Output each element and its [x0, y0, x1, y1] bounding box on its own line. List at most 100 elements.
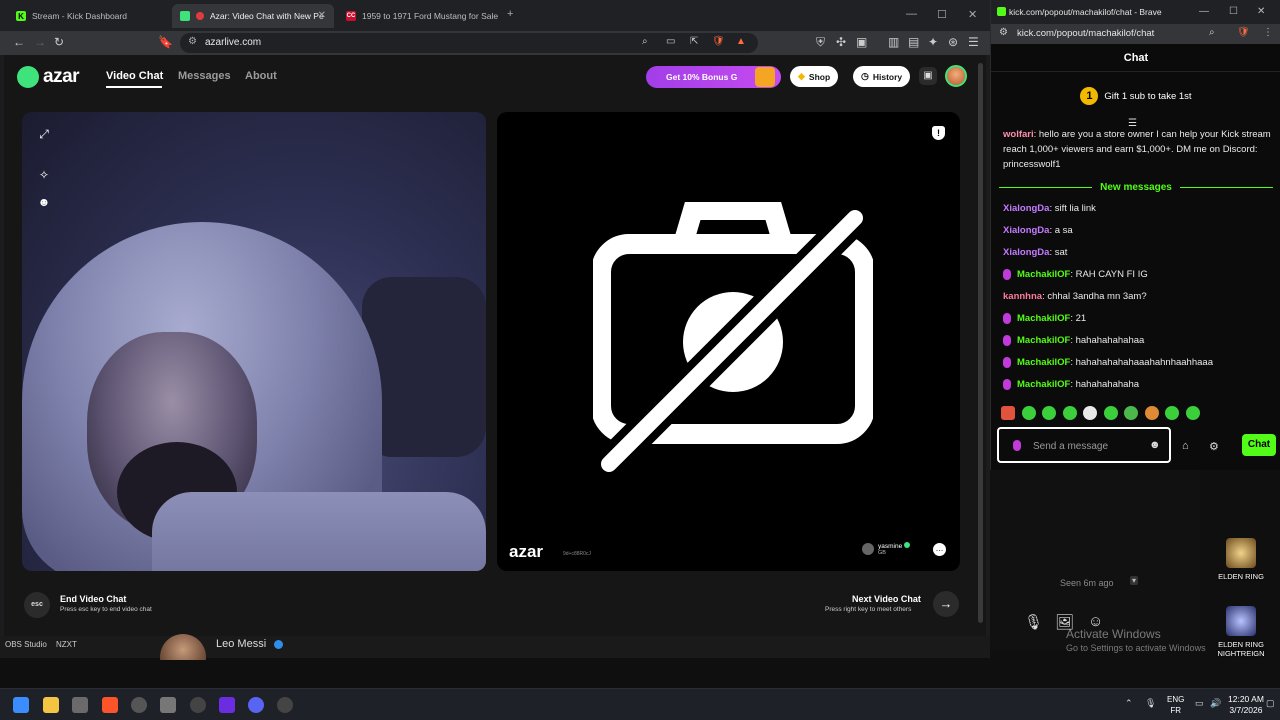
- zoom-icon[interactable]: ⌕: [1209, 27, 1215, 38]
- new-messages-divider[interactable]: New messages: [991, 181, 1280, 193]
- microphone-icon[interactable]: 🎙: [1024, 613, 1043, 631]
- minimize-icon[interactable]: —: [906, 8, 917, 20]
- volume-icon[interactable]: 🔊: [1210, 698, 1221, 709]
- site-info-icon[interactable]: ⚙: [999, 27, 1008, 38]
- store-icon[interactable]: ▣: [919, 67, 937, 85]
- bookmark-icon[interactable]: 🔖: [158, 35, 173, 49]
- app-icon[interactable]: [160, 697, 176, 713]
- username[interactable]: MachakilOF: [1017, 269, 1070, 280]
- azar-logo[interactable]: azar: [17, 66, 80, 88]
- brave-rewards-icon[interactable]: ▲: [736, 36, 746, 47]
- maximize-icon[interactable]: ☐: [937, 8, 947, 21]
- media-icon[interactable]: ▣: [856, 35, 867, 49]
- bonus-button[interactable]: Get 10% Bonus G: [646, 66, 781, 88]
- nzxt-icon[interactable]: [219, 697, 235, 713]
- username[interactable]: MachakilOF: [1017, 313, 1070, 324]
- cast-icon[interactable]: ▭: [666, 36, 675, 47]
- more-options-icon[interactable]: …: [933, 543, 946, 556]
- file-explorer-icon[interactable]: [43, 697, 59, 713]
- end-chat-button[interactable]: esc: [24, 592, 50, 618]
- desktop-icon-nightreign[interactable]: ELDEN RING NIGHTREIGN: [1206, 606, 1276, 658]
- minimize-icon[interactable]: —: [1199, 6, 1209, 17]
- emoji-icon[interactable]: ☻: [1149, 439, 1161, 451]
- vpn-icon[interactable]: ⛨: [816, 35, 825, 50]
- emote-icon[interactable]: [1042, 406, 1056, 420]
- emote-icon[interactable]: [1185, 406, 1200, 420]
- partner-info[interactable]: yasmine GB: [862, 542, 911, 556]
- back-icon[interactable]: ←: [13, 35, 25, 49]
- next-chat-button[interactable]: →: [933, 591, 959, 617]
- emote-icon[interactable]: [1144, 406, 1159, 420]
- g-hub-icon[interactable]: [190, 697, 206, 713]
- wallet-icon[interactable]: ▤: [908, 35, 919, 49]
- menu-icon[interactable]: ☰: [968, 35, 979, 49]
- share-icon[interactable]: ⇱: [690, 36, 698, 47]
- history-button[interactable]: ◷ History: [853, 66, 911, 87]
- username[interactable]: MachakilOF: [1017, 335, 1070, 346]
- emote-icon[interactable]: [1165, 406, 1179, 420]
- store-icon[interactable]: [72, 697, 88, 713]
- tab-azar[interactable]: Azar: Video Chat with New Pe ✕: [172, 4, 334, 28]
- username[interactable]: XialongDa: [1003, 247, 1049, 258]
- close-window-icon[interactable]: ✕: [1257, 6, 1265, 17]
- network-icon[interactable]: ▭: [1195, 698, 1204, 709]
- settings-icon[interactable]: ⚙: [1209, 440, 1219, 453]
- magic-wand-icon[interactable]: ✧: [36, 167, 52, 183]
- site-info-icon[interactable]: ⚙: [188, 36, 197, 47]
- address-bar[interactable]: ⚙ azarlive.com ⌕ ▭ ⇱ 🛡 ▲: [180, 33, 758, 53]
- forward-icon[interactable]: →: [34, 35, 46, 49]
- username[interactable]: kannhna: [1003, 291, 1042, 302]
- close-tab-icon[interactable]: ✕: [318, 10, 326, 21]
- tab-kick-dashboard[interactable]: K Stream - Kick Dashboard: [8, 4, 168, 28]
- username[interactable]: MachakilOF: [1017, 379, 1070, 390]
- chat-input[interactable]: [1033, 438, 1143, 454]
- system-clock[interactable]: 12:20 AM 3/7/2026: [1228, 694, 1264, 716]
- username[interactable]: MachakilOF: [1017, 357, 1070, 368]
- language-indicator[interactable]: ENG FR: [1167, 694, 1184, 716]
- nav-about[interactable]: About: [245, 70, 277, 82]
- face-filter-icon[interactable]: ☻: [36, 194, 52, 210]
- emote-icon[interactable]: [1001, 406, 1015, 420]
- tab-mustang[interactable]: CC 1959 to 1971 Ford Mustang for Sale: [338, 4, 498, 28]
- send-chat-button[interactable]: Chat: [1242, 434, 1276, 456]
- report-icon[interactable]: !: [932, 126, 945, 140]
- emote-icon[interactable]: [1062, 406, 1077, 420]
- emote-icon[interactable]: [1083, 406, 1097, 420]
- notification-icon[interactable]: ▢: [1266, 698, 1275, 709]
- discord-icon[interactable]: [248, 697, 264, 713]
- brave-shield-icon[interactable]: 🛡: [1237, 27, 1250, 38]
- emote-icon[interactable]: [1021, 406, 1036, 420]
- leo-ai-icon[interactable]: ✦: [928, 35, 938, 49]
- brave-shield-icon[interactable]: 🛡: [712, 36, 725, 47]
- page-scrollbar[interactable]: [978, 63, 983, 623]
- zoom-icon[interactable]: ⌕: [642, 36, 648, 47]
- emote-icon[interactable]: [1124, 406, 1138, 420]
- vpn-shield-icon[interactable]: ⊛: [948, 35, 958, 49]
- close-window-icon[interactable]: ✕: [968, 8, 977, 21]
- expand-icon[interactable]: ⤢: [36, 126, 52, 142]
- username[interactable]: wolfari: [1003, 129, 1034, 140]
- desktop-icon-elden-ring[interactable]: ELDEN RING: [1206, 538, 1276, 581]
- nav-video-chat[interactable]: Video Chat: [106, 70, 163, 82]
- store-icon[interactable]: ⌂: [1182, 440, 1189, 452]
- menu-icon[interactable]: ⋮: [1263, 27, 1273, 38]
- windows-start-icon[interactable]: [13, 697, 29, 713]
- reload-icon[interactable]: ↻: [54, 35, 64, 49]
- sidebar-icon[interactable]: ▥: [888, 35, 899, 49]
- g-hub-icon[interactable]: [277, 697, 293, 713]
- nav-messages[interactable]: Messages: [178, 70, 231, 82]
- maximize-icon[interactable]: ☐: [1229, 6, 1238, 17]
- popup-url[interactable]: kick.com/popout/machakilof/chat: [1017, 28, 1154, 39]
- chevron-down-icon[interactable]: ▾: [1130, 576, 1139, 585]
- chat-input-box[interactable]: ☻: [997, 427, 1171, 463]
- shop-button[interactable]: ◆ Shop: [790, 66, 839, 87]
- microphone-icon[interactable]: 🎙: [1145, 698, 1156, 709]
- profile-avatar[interactable]: [945, 65, 967, 87]
- emote-icon[interactable]: [1103, 406, 1118, 420]
- obs-icon[interactable]: [131, 697, 147, 713]
- gift-leaderboard[interactable]: 1 Gift 1 sub to take 1st: [991, 78, 1280, 114]
- chat-messages[interactable]: wolfari: hello are you a store owner I c…: [991, 127, 1280, 397]
- username[interactable]: XialongDa: [1003, 203, 1049, 214]
- extensions-icon[interactable]: ✣: [836, 35, 846, 49]
- username[interactable]: XialongDa: [1003, 225, 1049, 236]
